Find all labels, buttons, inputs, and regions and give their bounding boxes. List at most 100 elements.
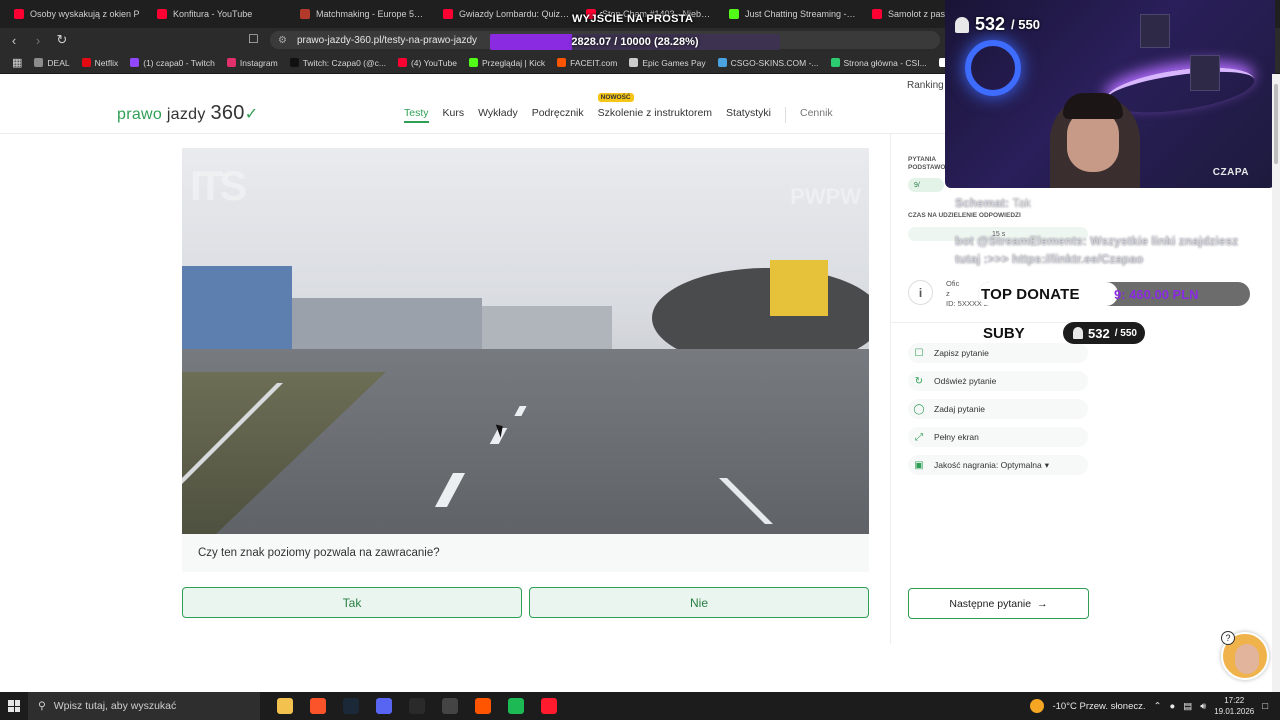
youtube-icon	[443, 9, 453, 19]
taskbar-search[interactable]: ⚲ Wpisz tutaj, aby wyszukać	[28, 692, 260, 720]
chevron-down-icon: ▾	[1044, 459, 1050, 470]
support-agent-face	[1235, 644, 1259, 674]
main-nav: Testy Kurs Wykłady Podręcznik Szkolenie z in…	[404, 93, 833, 123]
back-icon[interactable]: ‹	[4, 33, 24, 48]
steam-icon[interactable]	[334, 692, 367, 720]
info-icon: i	[908, 280, 933, 305]
browser-tab[interactable]: Osoby wyskakują z okien P	[6, 3, 149, 25]
microphone-icon[interactable]: ●	[1169, 701, 1175, 712]
spotify-icon-glyph	[507, 698, 524, 714]
donation-goal-text: 2828.07 / 10000 (28.28%)	[571, 36, 699, 48]
donation-goal-bar: 2828.07 / 10000 (28.28%)	[490, 34, 780, 50]
epic-games-icon[interactable]	[400, 692, 433, 720]
action-label: Zadaj pytanie	[934, 404, 986, 414]
sub-goal-counter: 532 / 550	[955, 14, 1040, 35]
browser-tab[interactable]: Gwiazdy Lombardu: Quiz Wied	[435, 3, 578, 25]
brave-icon[interactable]	[301, 692, 334, 720]
webcam-label: CZAPA	[1212, 167, 1249, 178]
browser-tab[interactable]: Konfitura - YouTube	[149, 3, 292, 25]
action-refresh[interactable]: ↻ Odśwież pytanie	[908, 371, 1088, 391]
discord-icon[interactable]	[367, 692, 400, 720]
nav-item-pricing[interactable]: Cennik	[800, 107, 833, 123]
clock[interactable]: 17:22 19.01.2026	[1214, 695, 1254, 717]
nav-item-podręcznik[interactable]: Podręcznik	[532, 107, 584, 123]
page-scrollbar[interactable]	[1272, 74, 1280, 692]
bookmark-item[interactable]: CSGO-SKINS.COM -...	[712, 58, 825, 68]
action-chat[interactable]: ◯ Zadaj pytanie	[908, 399, 1088, 419]
nav-item-kurs[interactable]: Kurs	[443, 107, 465, 123]
bookmark-favicon-icon	[557, 58, 567, 67]
search-icon: ⚲	[38, 700, 46, 712]
answer-yes-button[interactable]: Tak	[182, 587, 522, 618]
bookmark-item[interactable]: DEAL	[28, 58, 75, 68]
tray-chevron-icon[interactable]: ⌃	[1154, 701, 1162, 712]
bookmark-item[interactable]: Netflix	[76, 58, 125, 68]
network-icon[interactable]: ▤	[1183, 701, 1192, 712]
faceit-icon[interactable]	[433, 692, 466, 720]
opera-icon[interactable]	[532, 692, 565, 720]
refresh-icon: ↻	[914, 375, 924, 387]
bookmark-item[interactable]: Twitch: Czapa0 (@c...	[284, 58, 392, 68]
bookmark-label: FACEIT.com	[570, 57, 618, 68]
site-header: prawo jazdy 360✓ Testy Kurs Wykłady Podręcz…	[0, 74, 945, 134]
site-logo[interactable]: prawo jazdy 360✓	[117, 102, 258, 125]
chat-icon: ◯	[913, 403, 925, 415]
bookmark-label: Twitch: Czapa0 (@c...	[302, 57, 386, 68]
bookmark-item[interactable]: Instagram	[221, 58, 284, 68]
arrow-right-icon: →	[1037, 597, 1048, 610]
nav-item-statystyki[interactable]: Statystyki	[726, 107, 771, 123]
site-info-icon[interactable]: ⚙	[278, 35, 287, 46]
bookmark-page-icon[interactable]: ☐	[248, 32, 259, 46]
apps-grid-icon[interactable]: ▦	[6, 56, 28, 69]
top-donate-label: TOP DONATE	[978, 282, 1118, 306]
bookmark-favicon-icon	[468, 58, 478, 67]
brave-icon-glyph	[309, 698, 326, 714]
bookmark-item[interactable]: Strona główna - CSI...	[825, 58, 933, 68]
subs-target: / 550	[1114, 327, 1137, 339]
nav-item-szkolenie[interactable]: Szkolenie z instruktorem NOWOŚĆ	[597, 93, 712, 123]
chat-message: Schemat: Tak	[955, 196, 1031, 210]
volume-icon[interactable]: 🔊︎	[1200, 701, 1206, 712]
bookmark-favicon-icon	[289, 58, 299, 67]
fullscreen-icon: ⤢	[915, 431, 923, 443]
bookmark-item[interactable]: Przeglądaj | Kick	[463, 58, 551, 68]
browser-tab[interactable]: Just Chatting Streaming - Live	[721, 3, 864, 25]
question-video[interactable]: ITS PWPW	[182, 148, 869, 534]
windows-start-icon[interactable]	[0, 692, 28, 720]
action-label: Odśwież pytanie	[934, 376, 997, 386]
reload-icon[interactable]: ↻	[52, 32, 72, 48]
weather-text[interactable]: -10°C Przew. słonecz.	[1052, 701, 1145, 712]
action-label: Pełny ekran	[934, 432, 979, 442]
ranking-link[interactable]: Ranking	[907, 80, 944, 91]
nav-item-testy[interactable]: Testy	[404, 107, 429, 123]
basic-questions-label: PYTANIA PODSTAWOWE	[908, 156, 956, 171]
top-donate-bar: TOP DONATE 9: 460.00 PLN	[978, 282, 1250, 306]
file-explorer-icon[interactable]	[268, 692, 301, 720]
video-quality-icon: ▣	[914, 459, 924, 471]
notifications-icon[interactable]: □	[1262, 701, 1268, 712]
sub-goal-target: / 550	[1011, 17, 1040, 32]
bookmark-item[interactable]: Epic Games Pay	[623, 58, 711, 68]
bookmark-item[interactable]: FACEIT.com	[551, 58, 623, 68]
action-video-quality[interactable]: ▣ Jakość nagrania: Optymalna ▾	[908, 455, 1088, 475]
watermark-left: ITS	[190, 162, 247, 209]
nav-item-wykłady[interactable]: Wykłady	[478, 107, 518, 123]
faceit-ac-icon[interactable]	[466, 692, 499, 720]
bookmark-item[interactable]: (1) czapa0 - Twitch	[124, 58, 221, 68]
browser-tab[interactable]: Matchmaking - Europe 5v5 Q	[292, 3, 435, 25]
spotify-icon[interactable]	[499, 692, 532, 720]
next-question-label: Następne pytanie	[949, 597, 1032, 610]
bookmark-item[interactable]: (4) YouTube	[392, 58, 463, 68]
action-bookmark[interactable]: ☐ Zapisz pytanie	[908, 343, 1088, 363]
clock-date: 19.01.2026	[1214, 707, 1255, 716]
taskbar-search-placeholder: Wpisz tutaj, aby wyszukać	[53, 700, 177, 712]
action-fullscreen[interactable]: ⤢ Pełny ekran	[908, 427, 1088, 447]
help-question-icon[interactable]: ?	[1221, 631, 1235, 645]
scrollbar-thumb[interactable]	[1274, 84, 1278, 164]
bookmark-favicon-icon	[629, 58, 639, 67]
answer-no-button[interactable]: Nie	[529, 587, 869, 618]
forward-icon[interactable]: ›	[28, 33, 48, 48]
bookmark-favicon-icon	[397, 58, 407, 67]
discord-icon-glyph	[375, 698, 392, 714]
next-question-button[interactable]: Następne pytanie →	[908, 588, 1089, 619]
